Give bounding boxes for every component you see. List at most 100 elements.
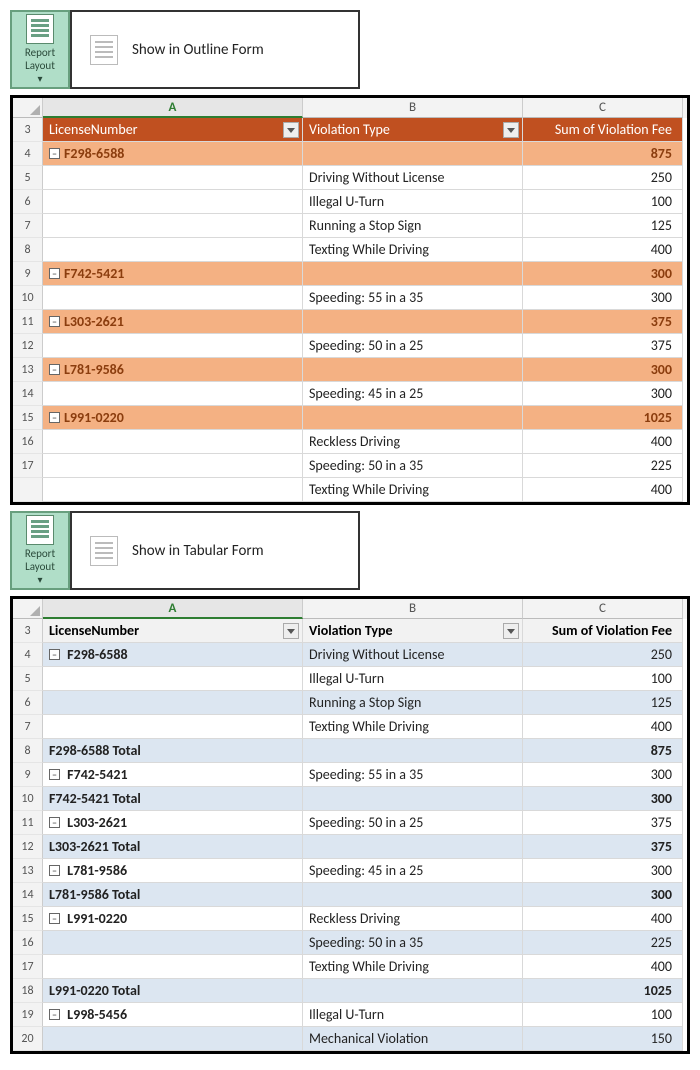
violation-type[interactable]: Texting While Driving xyxy=(303,238,523,262)
filter-dropdown-icon[interactable] xyxy=(283,122,299,138)
cell-empty[interactable] xyxy=(43,715,303,739)
cell-empty[interactable] xyxy=(43,382,303,406)
row-header[interactable]: 18 xyxy=(13,979,43,1003)
report-layout-button[interactable]: Report Layout ▾ xyxy=(10,511,70,590)
cell-empty[interactable] xyxy=(43,667,303,691)
group-fee[interactable]: 875 xyxy=(523,142,683,166)
group-row[interactable]: – L991-0220 xyxy=(43,907,303,931)
violation-fee[interactable]: 250 xyxy=(523,166,683,190)
cell-empty[interactable] xyxy=(43,955,303,979)
row-header[interactable]: 10 xyxy=(13,787,43,811)
row-header[interactable]: 15 xyxy=(13,406,43,430)
group-fee[interactable]: 1025 xyxy=(523,406,683,430)
collapse-icon[interactable]: – xyxy=(49,769,60,780)
violation-fee[interactable]: 300 xyxy=(523,763,683,787)
row-header[interactable]: 4 xyxy=(13,643,43,667)
col-header-c[interactable]: C xyxy=(523,98,683,118)
collapse-icon[interactable]: – xyxy=(49,364,60,375)
row-header[interactable]: 9 xyxy=(13,763,43,787)
col-header-c[interactable]: C xyxy=(523,599,683,619)
group-total[interactable]: F298-6588 Total xyxy=(43,739,303,763)
cell-empty[interactable] xyxy=(43,214,303,238)
row-header[interactable]: 3 xyxy=(13,619,43,643)
pivot-field-violation[interactable]: Violation Type xyxy=(303,118,523,142)
group-row[interactable]: – L303-2621 xyxy=(43,811,303,835)
row-header[interactable]: 6 xyxy=(13,691,43,715)
row-header[interactable]: 7 xyxy=(13,715,43,739)
cell-empty[interactable] xyxy=(43,190,303,214)
pivot-field-license[interactable]: LicenseNumber xyxy=(43,118,303,142)
violation-fee[interactable]: 125 xyxy=(523,691,683,715)
violation-type[interactable]: Reckless Driving xyxy=(303,430,523,454)
violation-type[interactable]: Illegal U-Turn xyxy=(303,667,523,691)
collapse-icon[interactable]: – xyxy=(49,148,60,159)
violation-fee[interactable]: 225 xyxy=(523,454,683,478)
row-header[interactable]: 16 xyxy=(13,931,43,955)
row-header[interactable]: 10 xyxy=(13,286,43,310)
pivot-field-fee[interactable]: Sum of Violation Fee xyxy=(523,118,683,142)
menu-show-outline[interactable]: Show in Outline Form xyxy=(70,10,360,89)
filter-dropdown-icon[interactable] xyxy=(283,623,299,639)
cell-empty[interactable] xyxy=(43,238,303,262)
group-row[interactable]: – L781-9586 xyxy=(43,859,303,883)
group-fee[interactable]: 375 xyxy=(523,310,683,334)
collapse-icon[interactable]: – xyxy=(49,316,60,327)
group-total-fee[interactable]: 375 xyxy=(523,835,683,859)
violation-type[interactable]: Speeding: 55 in a 35 xyxy=(303,763,523,787)
violation-type[interactable]: Speeding: 50 in a 25 xyxy=(303,811,523,835)
violation-type[interactable]: Mechanical Violation xyxy=(303,1027,523,1051)
collapse-icon[interactable]: – xyxy=(49,913,60,924)
row-header[interactable]: 8 xyxy=(13,739,43,763)
collapse-icon[interactable]: – xyxy=(49,865,60,876)
violation-type[interactable]: Illegal U-Turn xyxy=(303,1003,523,1027)
violation-fee[interactable]: 300 xyxy=(523,382,683,406)
row-header[interactable]: 13 xyxy=(13,358,43,382)
row-header[interactable]: 6 xyxy=(13,190,43,214)
row-header[interactable]: 11 xyxy=(13,811,43,835)
violation-fee[interactable]: 100 xyxy=(523,190,683,214)
row-header[interactable] xyxy=(13,478,43,502)
group-total[interactable]: L991-0220 Total xyxy=(43,979,303,1003)
violation-type[interactable]: Speeding: 50 in a 25 xyxy=(303,334,523,358)
col-header-a[interactable]: A xyxy=(43,98,303,118)
violation-fee[interactable]: 400 xyxy=(523,955,683,979)
row-header[interactable]: 4 xyxy=(13,142,43,166)
row-header[interactable]: 17 xyxy=(13,955,43,979)
col-header-a[interactable]: A xyxy=(43,599,303,619)
filter-dropdown-icon[interactable] xyxy=(503,122,519,138)
cell-empty[interactable] xyxy=(43,166,303,190)
group-row[interactable]: –L781-9586 xyxy=(43,358,303,382)
violation-fee[interactable]: 400 xyxy=(523,907,683,931)
violation-type[interactable]: Speeding: 45 in a 25 xyxy=(303,859,523,883)
group-total-fee[interactable]: 1025 xyxy=(523,979,683,1003)
pivot-field-license[interactable]: LicenseNumber xyxy=(43,619,303,643)
violation-fee[interactable]: 225 xyxy=(523,931,683,955)
violation-fee[interactable]: 400 xyxy=(523,238,683,262)
row-header[interactable]: 12 xyxy=(13,835,43,859)
row-header[interactable]: 17 xyxy=(13,454,43,478)
menu-show-tabular[interactable]: Show in Tabular Form xyxy=(70,511,360,590)
cell-empty[interactable] xyxy=(43,931,303,955)
group-row[interactable]: – L998-5456 xyxy=(43,1003,303,1027)
report-layout-button[interactable]: Report Layout ▾ xyxy=(10,10,70,89)
violation-fee[interactable]: 150 xyxy=(523,1027,683,1051)
violation-fee[interactable]: 100 xyxy=(523,667,683,691)
cell-empty[interactable] xyxy=(43,454,303,478)
filter-dropdown-icon[interactable] xyxy=(503,623,519,639)
cell-empty[interactable] xyxy=(43,1027,303,1051)
group-total[interactable]: F742-5421 Total xyxy=(43,787,303,811)
group-fee[interactable]: 300 xyxy=(523,262,683,286)
row-header[interactable]: 5 xyxy=(13,667,43,691)
violation-type[interactable]: Texting While Driving xyxy=(303,955,523,979)
cell-empty[interactable] xyxy=(43,478,303,502)
violation-type[interactable]: Running a Stop Sign xyxy=(303,214,523,238)
violation-type[interactable]: Texting While Driving xyxy=(303,715,523,739)
group-row[interactable]: –L991-0220 xyxy=(43,406,303,430)
row-header[interactable]: 16 xyxy=(13,430,43,454)
violation-type[interactable]: Texting While Driving xyxy=(303,478,523,502)
violation-type[interactable]: Speeding: 55 in a 35 xyxy=(303,286,523,310)
group-total-fee[interactable]: 875 xyxy=(523,739,683,763)
cell-empty[interactable] xyxy=(43,286,303,310)
violation-fee[interactable]: 400 xyxy=(523,430,683,454)
violation-fee[interactable]: 250 xyxy=(523,643,683,667)
